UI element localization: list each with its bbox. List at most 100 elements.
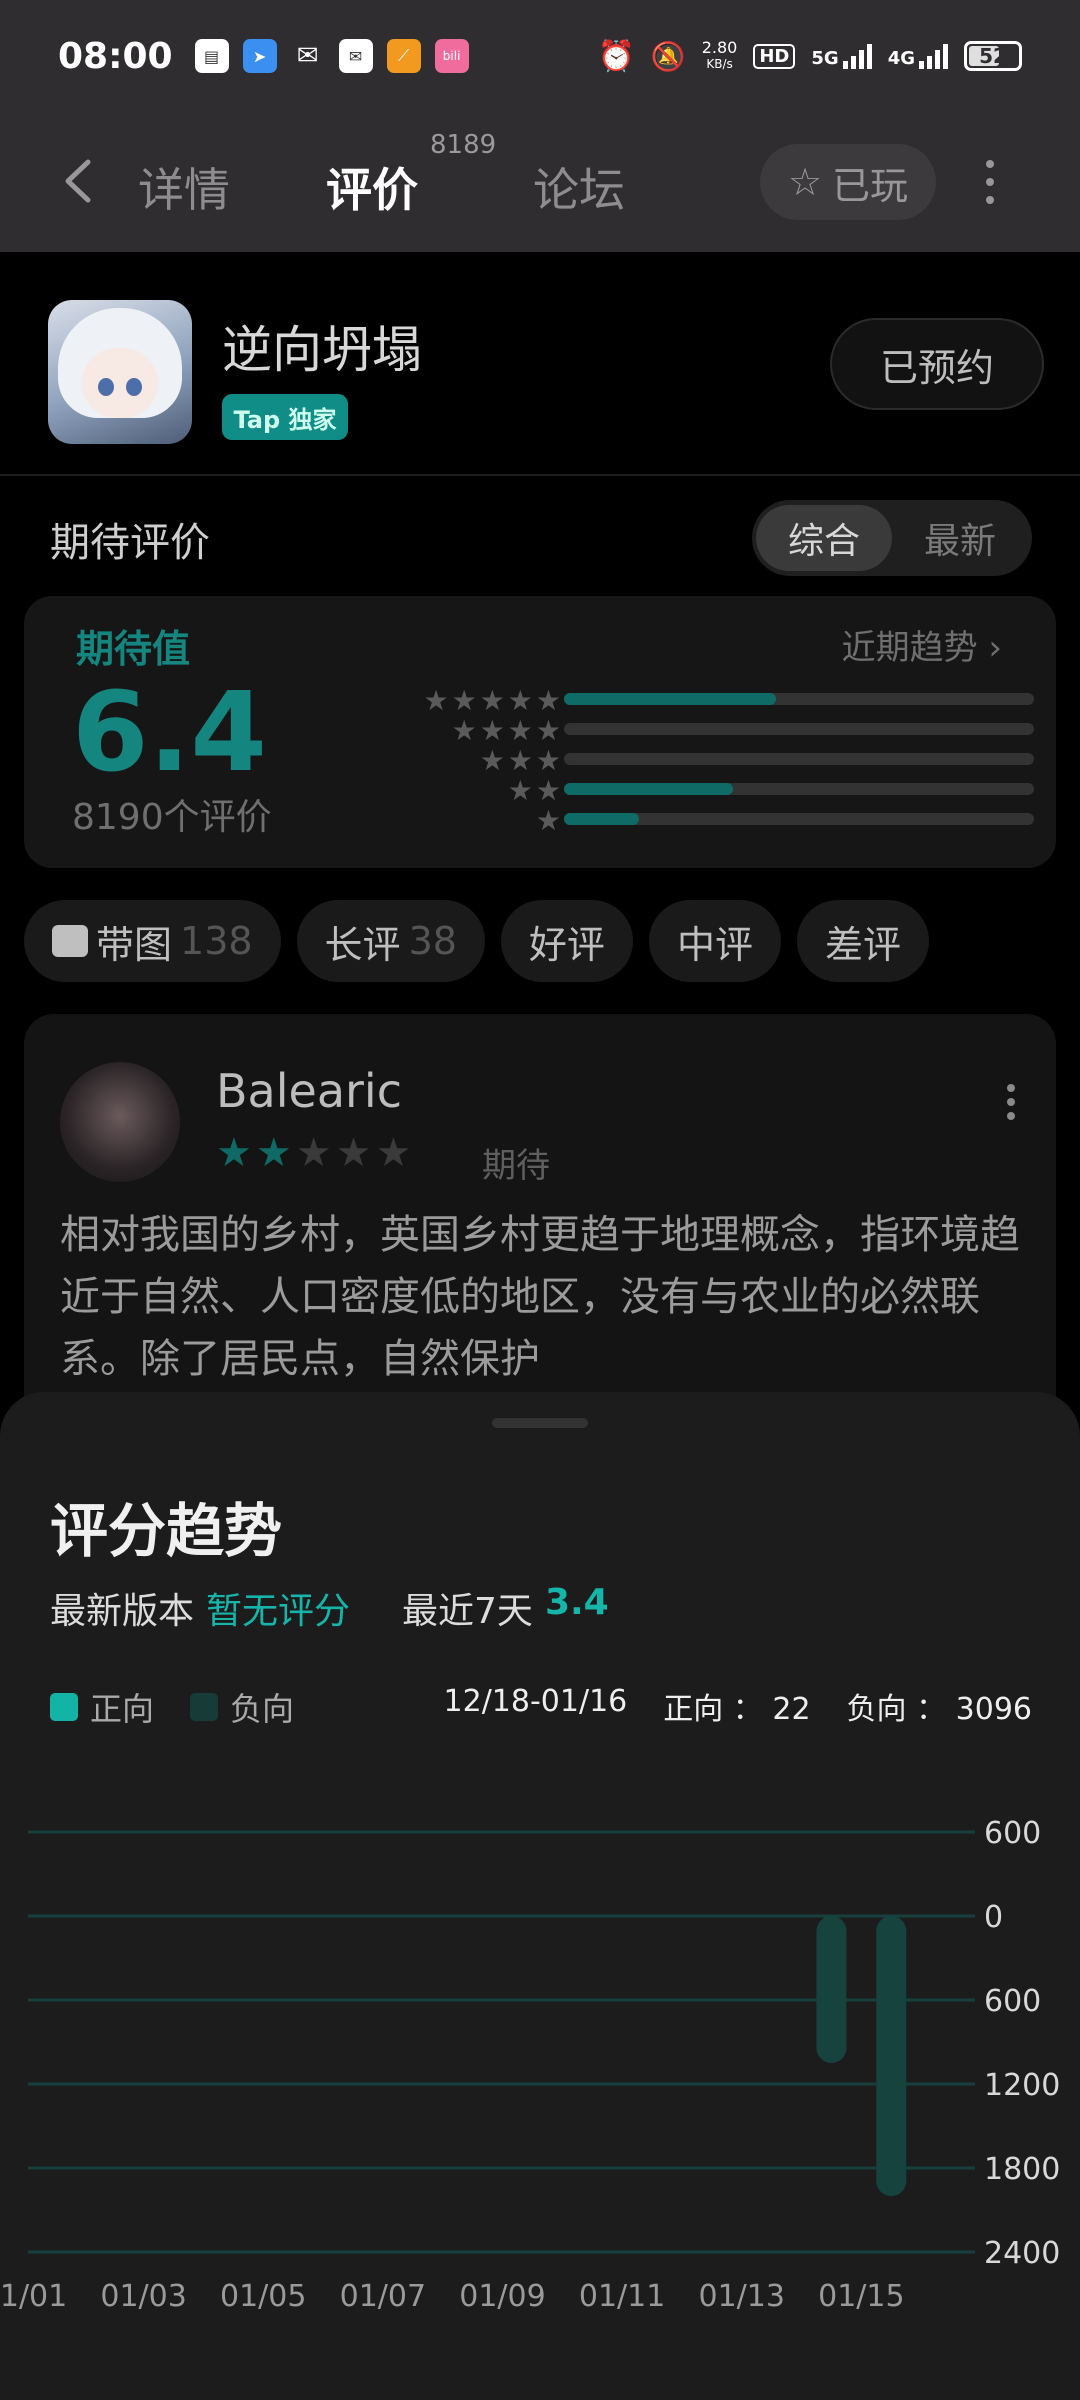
filter-neutral[interactable]: 中评 [648,900,781,982]
y-tick-label: 1800 [984,2152,1060,2187]
distribution-bar-track [564,783,1034,795]
x-tick-label: 01/15 [818,2279,904,2314]
negative-count: 3096 [955,1692,1032,1727]
star-icons: ★★ [507,774,564,807]
chart-range-summary: 12/18-01/16 正向 ： 22 负向 ： 3096 [443,1684,1032,1727]
star-empty-icon: ★ [295,1130,336,1176]
legend-negative: 负向 [190,1684,294,1730]
distribution-bar-fill [564,813,640,825]
review-more-icon[interactable] [1006,1084,1016,1120]
status-bar: 08:00 ▤ ➤ ✉ ✉ ⟋ bili ⏰ 🔕 2.80 KB/s HD 5G… [0,0,1080,112]
negative-bar[interactable] [816,1916,847,2063]
notes-app-icon: ▤ [194,39,229,73]
y-tick-label: 2400 [984,2236,1060,2271]
expectation-label: 期待值 [76,627,191,671]
x-tick-label: 01/05 [220,2279,306,2314]
expectation-summary: 期待值 6.4 8190个评价 近期趋势 › ★★★★★ ★★★★ ★★★ ★★ ★ [24,596,1056,868]
game-title: 逆向坍塌 [222,321,422,379]
star-icons: ★ [535,804,564,837]
divider [0,474,1080,476]
distribution-bar-fill [564,783,734,795]
avatar[interactable] [60,1062,180,1182]
star-icons: ★★★★ [451,714,564,747]
tap-exclusive-badge: Tap 独家 [222,394,348,440]
y-tick-label: 600 [984,1984,1041,2019]
rating-trend-sheet: 评分趋势 最新版本 暂无评分 最近7天 3.4 正向 负向 12/18-01/1… [0,1392,1080,2400]
reserved-button[interactable]: 已预约 [830,318,1044,410]
signal-5g: 5G [811,43,872,69]
distribution-bar-track [564,693,1034,705]
distribution-row: ★ [254,804,1034,837]
chart-legend: 正向 负向 [50,1684,294,1730]
negative-bar[interactable] [876,1916,907,2196]
star-filled-icon: ★ [255,1130,296,1176]
distribution-row: ★★★★ [254,714,1034,747]
x-tick-label: 01/09 [459,2279,545,2314]
latest-version-score: 暂无评分 [206,1591,351,1632]
map-app-icon: ➤ [242,39,277,73]
star-outline-icon: ☆ [787,160,823,204]
reviewer-name[interactable]: Balearic [216,1064,402,1118]
mute-bell-icon: 🔕 [650,39,686,73]
distribution-row: ★★★ [254,744,1034,777]
date-range: 12/18-01/16 [443,1684,628,1719]
filter-negative[interactable]: 差评 [796,900,929,982]
filter-long-review[interactable]: 长评 38 [296,900,485,982]
expectation-score: 6.4 [72,668,267,796]
star-icons: ★★★★★ [423,684,564,717]
back-arrow-icon[interactable] [58,156,98,206]
sort-overall[interactable]: 综合 [756,505,892,571]
battery-icon: 52 [964,41,1022,71]
star-filled-icon: ★ [216,1130,256,1176]
sheet-title: 评分趋势 [50,1497,283,1565]
sheet-drag-handle[interactable] [492,1418,588,1428]
signal-bars-icon [919,43,948,69]
bilibili-icon: bili [434,39,469,73]
legend-positive: 正向 [50,1684,154,1730]
distribution-bar-fill [564,693,776,705]
wechat-icon: ✉ [296,41,319,71]
tab-reviews[interactable]: 评价 [326,154,418,220]
network-speed: 2.80 KB/s [701,38,738,72]
y-tick-label: 0 [984,1900,1003,1935]
hd-voice-icon: HD [753,43,796,69]
more-options-icon[interactable] [984,160,996,204]
distribution-row: ★★★★★ [254,684,1034,717]
review-count-badge: 8189 [430,130,497,160]
sort-latest[interactable]: 最新 [892,505,1028,571]
filter-positive[interactable]: 好评 [500,900,633,982]
star-empty-icon: ★ [335,1130,376,1176]
review-filters: 带图 138 长评 38 好评 中评 差评 [24,900,929,982]
review-tag: 期待 [482,1146,550,1186]
rating-trend-chart: 600 0 600 1200 1800 2400 01/01 01/03 01/05 01/07 0… [0,1816,1060,2314]
image-icon [52,925,88,957]
played-button[interactable]: ☆ 已玩 [760,144,936,220]
chevron-right-icon: › [988,628,1002,668]
filter-with-image[interactable]: 带图 138 [24,900,281,982]
sort-toggle: 综合 最新 [752,500,1032,576]
y-tick-label: 600 [984,1816,1041,1851]
clock: 08:00 [58,35,173,77]
signal-4g: 4G [888,43,948,69]
review-star-rating: ★★★★★ [216,1130,415,1176]
game-icon[interactable] [48,300,192,444]
distribution-bar-track [564,813,1034,825]
mail-icon: ✉ [338,39,373,73]
distribution-row: ★★ [254,774,1034,807]
star-empty-icon: ★ [375,1130,416,1176]
review-text: 相对我国的乡村，英国乡村更趋于地理概念，指环境趋近于自然、人口密度低的地区，没有… [60,1212,1020,1382]
rating-count: 8190个评价 [72,797,272,838]
notification-icons: ▤ ➤ ✉ ✉ ⟋ bili [194,39,469,73]
link-app-icon: ⟋ [386,39,421,73]
distribution-bar-track [564,723,1034,735]
alarm-icon: ⏰ [597,38,635,74]
tab-forum[interactable]: 论坛 [533,154,625,220]
recent-trend-link[interactable]: 近期趋势 › [842,620,1002,669]
x-tick-label: 01/07 [340,2279,426,2314]
positive-count: 22 [772,1692,811,1727]
signal-bars-icon [842,43,872,69]
x-tick-label: 01/01 [0,2279,67,2314]
x-tick-label: 01/13 [699,2279,785,2314]
tab-details[interactable]: 详情 [138,154,230,220]
recent-score: 3.4 [544,1582,609,1623]
